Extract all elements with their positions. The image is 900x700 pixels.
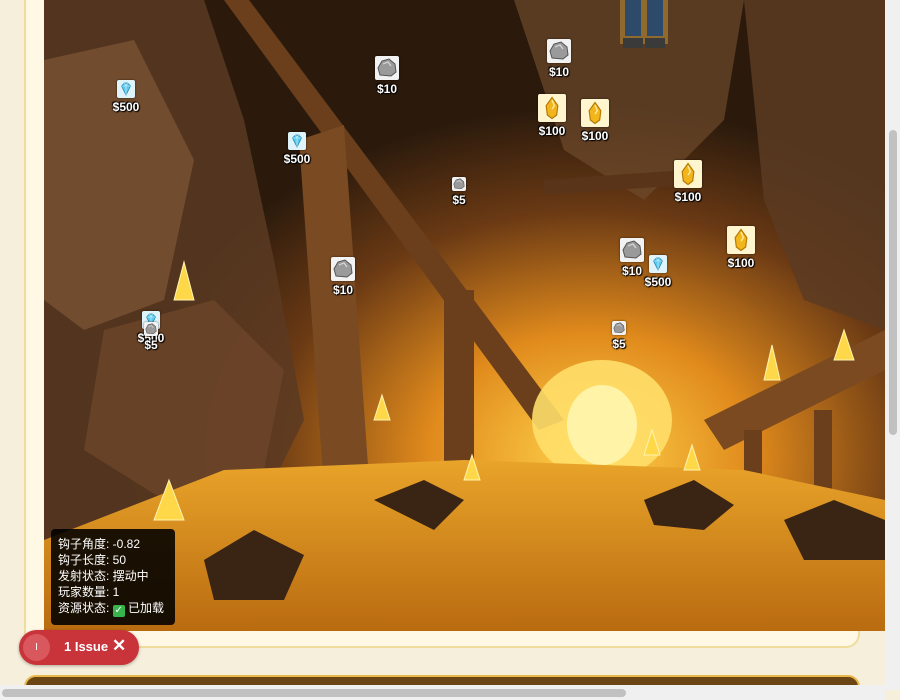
hook-angle-text: 钩子角度: -0.82 xyxy=(58,537,141,551)
issue-badge[interactable]: I 1 Issue ✕ xyxy=(19,630,139,665)
rock-item: $10 xyxy=(313,257,373,297)
rock-icon xyxy=(331,257,355,281)
gold-item: $100 xyxy=(711,226,771,270)
item-price: $5 xyxy=(144,338,158,352)
game-canvas[interactable]: $500 $10 $10 $100 $100 $500 $5 $100 $100 $10 $500 $… xyxy=(44,0,885,631)
rock-icon xyxy=(547,39,571,63)
rock-item: $5 xyxy=(429,177,489,207)
gold-icon xyxy=(538,94,566,122)
rock-item: $5 xyxy=(589,321,649,351)
diamond-item: $500 xyxy=(96,80,156,114)
item-price: $10 xyxy=(548,65,570,79)
item-price: $500 xyxy=(283,152,311,166)
issue-icon: I xyxy=(23,634,50,661)
item-price: $500 xyxy=(112,100,140,114)
gold-icon xyxy=(581,99,609,127)
rock-item: $10 xyxy=(357,56,417,96)
resource-status-value: 已加载 xyxy=(128,601,165,615)
issue-label[interactable]: 1 Issue xyxy=(64,639,108,654)
diamond-icon xyxy=(649,255,667,273)
horizontal-scrollbar-thumb[interactable] xyxy=(2,689,626,697)
diamond-icon xyxy=(117,80,135,98)
gold-item: $100 xyxy=(658,160,718,204)
item-price: $500 xyxy=(644,275,672,289)
debug-info-panel: 钩子角度: -0.82 钩子长度: 50 发射状态: 摆动中 玩家数量: 1 资… xyxy=(51,529,175,625)
resource-status-label: 资源状态: xyxy=(58,601,110,615)
item-price: $100 xyxy=(674,190,702,204)
rock-item: $10 xyxy=(529,39,589,79)
close-icon[interactable]: ✕ xyxy=(112,636,126,656)
diamond-icon xyxy=(288,132,306,150)
hook-launcher xyxy=(620,0,668,48)
gold-item: $100 xyxy=(565,99,625,143)
gold-icon xyxy=(674,160,702,188)
rock-icon xyxy=(375,56,399,80)
fire-status-text: 发射状态: 摆动中 xyxy=(58,569,149,583)
rock-item: $5 xyxy=(121,322,181,352)
rock-icon xyxy=(144,322,158,336)
player-count-text: 玩家数量: 1 xyxy=(58,585,120,599)
item-price: $5 xyxy=(452,193,466,207)
item-price: $10 xyxy=(332,283,354,297)
item-price: $5 xyxy=(612,337,626,351)
hook-length-text: 钩子长度: 50 xyxy=(58,553,127,567)
item-price: $10 xyxy=(376,82,398,96)
check-icon: ✓ xyxy=(112,605,125,617)
item-price: $100 xyxy=(581,129,609,143)
rock-icon xyxy=(452,177,466,191)
vertical-scrollbar-thumb[interactable] xyxy=(889,130,897,435)
gold-icon xyxy=(727,226,755,254)
rock-icon xyxy=(612,321,626,335)
diamond-item: $500 xyxy=(267,132,327,166)
diamond-item: $500 xyxy=(628,255,688,289)
resource-status-line: 资源状态: ✓ 已加载 xyxy=(58,600,175,617)
item-price: $100 xyxy=(727,256,755,270)
